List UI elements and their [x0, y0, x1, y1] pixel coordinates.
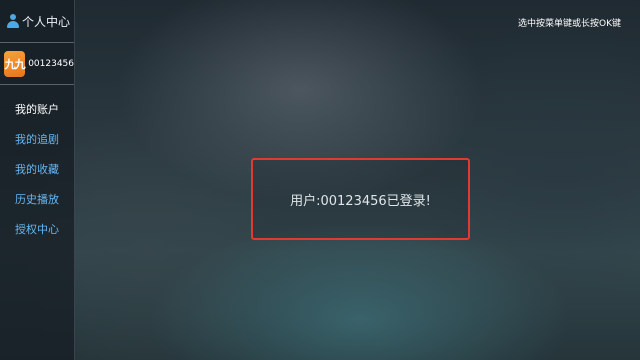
sidebar-item-authorization[interactable]: 授权中心: [0, 215, 74, 245]
sidebar-item-history[interactable]: 历史播放: [0, 185, 74, 215]
sidebar-item-my-favorites[interactable]: 我的收藏: [0, 155, 74, 185]
user-profile: 九九 00123456: [0, 43, 74, 85]
sidebar: 个人中心 九九 00123456 我的账户 我的追剧 我的收藏 历史播放 授权中…: [0, 0, 75, 360]
sidebar-menu: 我的账户 我的追剧 我的收藏 历史播放 授权中心: [0, 85, 74, 245]
avatar: 九九: [4, 50, 26, 77]
user-icon: [6, 14, 20, 28]
screen: 个人中心 九九 00123456 我的账户 我的追剧 我的收藏 历史播放 授权中…: [0, 0, 640, 360]
username: 00123456: [28, 58, 74, 69]
sidebar-header: 个人中心: [0, 0, 74, 43]
login-status-message: 用户:00123456已登录!: [290, 193, 431, 209]
sidebar-item-my-account[interactable]: 我的账户: [0, 95, 74, 125]
hint-text: 选中按菜单键或长按OK键: [518, 19, 621, 29]
login-status-dialog[interactable]: 用户:00123456已登录!: [251, 158, 470, 240]
sidebar-item-my-series[interactable]: 我的追剧: [0, 125, 74, 155]
sidebar-title: 个人中心: [22, 14, 71, 29]
